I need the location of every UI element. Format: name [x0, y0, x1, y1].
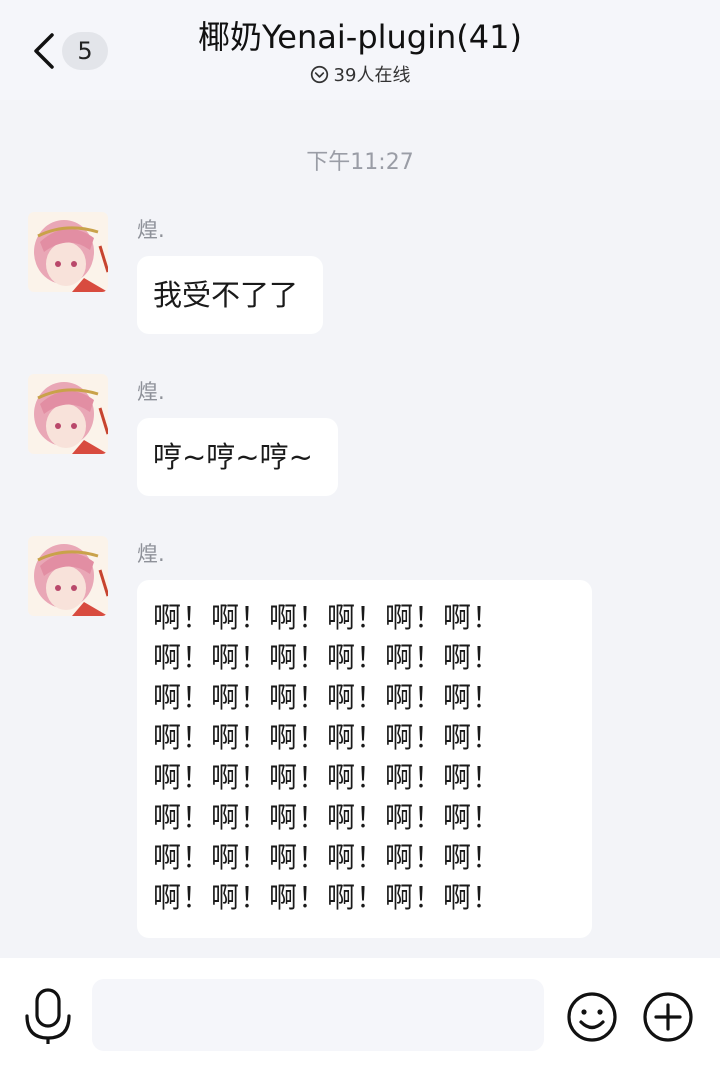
emoji-button[interactable]	[566, 991, 618, 1043]
message-line: 啊！啊！啊！啊！啊！啊！	[153, 641, 502, 674]
voice-button[interactable]	[22, 986, 74, 1046]
message-line: 啊！啊！啊！啊！啊！啊！	[153, 881, 502, 914]
chevron-circle-down-icon	[310, 65, 329, 84]
smiley-icon	[566, 992, 618, 1047]
online-count-text: 39人在线	[333, 65, 411, 86]
message-line: 啊！啊！啊！啊！啊！啊！	[153, 841, 502, 874]
avatar[interactable]	[28, 212, 108, 292]
sender-name: 煌.	[137, 380, 165, 404]
message-line: 啊！啊！啊！啊！啊！啊！	[153, 601, 502, 634]
microphone-icon	[22, 988, 74, 1050]
group-title[interactable]: 椰奶Yenai-plugin(41)	[0, 16, 720, 58]
message-line: 啊！啊！啊！啊！啊！啊！	[153, 681, 502, 714]
plus-circle-icon	[642, 992, 694, 1047]
message-timestamp: 下午11:27	[306, 150, 414, 175]
message-line: 啊！啊！啊！啊！啊！啊！	[153, 801, 502, 834]
message-input[interactable]	[92, 979, 544, 1051]
message-line: 啊！啊！啊！啊！啊！啊！	[153, 761, 502, 794]
online-status[interactable]: 39人在线	[0, 61, 720, 87]
message-line: 啊！啊！啊！啊！啊！啊！	[153, 721, 502, 754]
sender-name: 煌.	[137, 542, 165, 566]
sender-name: 煌.	[137, 218, 165, 242]
chat-header: 5 椰奶Yenai-plugin(41) 39人在线	[0, 0, 720, 100]
message-bubble[interactable]: 我受不了了	[137, 256, 324, 334]
avatar[interactable]	[28, 536, 108, 616]
more-button[interactable]	[642, 991, 694, 1043]
message-bubble[interactable]: 哼~哼~哼~	[137, 418, 338, 496]
avatar[interactable]	[28, 374, 108, 454]
input-bar	[0, 958, 720, 1071]
message-bubble[interactable]: 啊！啊！啊！啊！啊！啊！ 啊！啊！啊！啊！啊！啊！ 啊！啊！啊！啊！啊！啊！ 啊…	[137, 580, 592, 938]
